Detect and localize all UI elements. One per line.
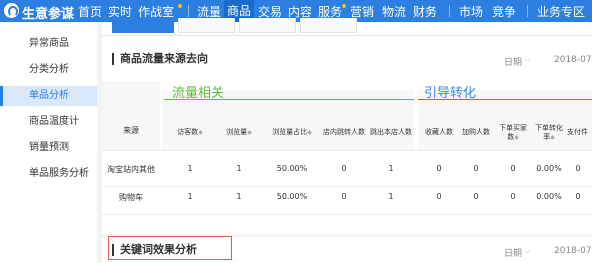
- sidebar-item-service[interactable]: 单品服务分析: [0, 164, 97, 184]
- date-value[interactable]: 2018-07-: [554, 246, 592, 256]
- sidebar-item-forecast[interactable]: 销量预测: [0, 138, 97, 158]
- sort-icon[interactable]: ◆: [514, 134, 519, 141]
- nav-competition[interactable]: 竞争: [492, 3, 516, 20]
- source-header-cell: [102, 81, 160, 150]
- tab-active[interactable]: [112, 18, 174, 33]
- nav-divider: [449, 5, 450, 17]
- col-header[interactable]: 下单买家数◆: [496, 124, 530, 142]
- logo-icon[interactable]: [4, 3, 19, 18]
- col-header[interactable]: 浏览量◆: [220, 128, 258, 137]
- row-divider: [102, 186, 592, 187]
- table-cell: 1: [236, 164, 242, 173]
- row-divider: [102, 150, 592, 151]
- group-underline: [164, 99, 414, 100]
- table-cell: 0: [436, 164, 442, 173]
- sidebar-item-single[interactable]: 单品分析: [0, 86, 97, 106]
- nav-pro-zone[interactable]: 业务专区: [537, 3, 585, 20]
- nav-finance[interactable]: 财务: [413, 3, 437, 20]
- table-cell: 0: [436, 192, 442, 201]
- sidebar-item-abnormal[interactable]: 异常商品: [0, 34, 97, 54]
- date-value[interactable]: 2018-07-: [554, 55, 592, 65]
- chevron-down-icon[interactable]: ⌵: [524, 55, 531, 65]
- group-underline: [418, 99, 592, 100]
- sidebar-item-category[interactable]: 分类分析: [0, 60, 97, 80]
- col-header[interactable]: 收藏人数: [422, 128, 456, 137]
- highlight-box: [108, 236, 232, 260]
- col-header[interactable]: 支付件: [567, 128, 592, 137]
- tab[interactable]: [178, 18, 235, 33]
- nav-divider: [527, 5, 528, 17]
- table-cell: 0: [510, 192, 516, 201]
- col-header[interactable]: 下单转化率◆: [534, 124, 564, 142]
- table-cell: 50.00%: [276, 164, 308, 173]
- row-divider: [102, 214, 592, 215]
- notification-dot-icon: [342, 4, 346, 8]
- top-nav: 生意参谋 首页 实时 作战室 流量 商品 交易 内容 服务 营销 物流 财务 市…: [0, 0, 592, 22]
- table-cell: 1: [388, 192, 394, 201]
- tab[interactable]: [239, 18, 296, 33]
- notification-dot-icon: [178, 4, 182, 8]
- col-header[interactable]: 访客数◆: [168, 128, 212, 137]
- tab[interactable]: [300, 18, 357, 33]
- col-header[interactable]: 店内跳转人数: [320, 128, 368, 137]
- table-row-source: 淘宝站内其他: [107, 165, 155, 174]
- date-label: 日期: [504, 58, 523, 68]
- nav-market[interactable]: 市场: [459, 3, 483, 20]
- table-cell: 50.00%: [276, 192, 308, 201]
- sidebar-item-thermometer[interactable]: 商品温度计: [0, 112, 97, 132]
- sidebar: 异常商品 分类分析 单品分析 商品温度计 销量预测 单品服务分析: [0, 22, 97, 263]
- sort-icon[interactable]: ◆: [198, 129, 203, 136]
- table-cell: 1: [236, 192, 242, 201]
- nav-logistics[interactable]: 物流: [382, 3, 406, 20]
- table-cell: 0: [575, 164, 581, 173]
- section-title: 商品流量来源去向: [112, 53, 208, 65]
- table-cell: 0: [575, 192, 581, 201]
- table-cell: 1: [187, 192, 193, 201]
- col-header-source: 来源: [123, 126, 139, 135]
- table-cell: 0: [341, 192, 347, 201]
- col-header[interactable]: 浏览量占比◆: [264, 128, 320, 137]
- table-cell: 1: [388, 164, 394, 173]
- nav-divider: [188, 5, 189, 17]
- traffic-source-panel: 商品流量来源去向 日期 ⌵ 2018-07- 来源 流量相关 引导转化 访客数◆…: [102, 18, 592, 234]
- table-cell: 0: [510, 164, 516, 173]
- table-row-source: 购物车: [119, 193, 143, 202]
- sort-icon[interactable]: ◆: [247, 129, 252, 136]
- tab-strip: [102, 18, 592, 36]
- table-cell: 1: [187, 164, 193, 173]
- date-label: 日期: [504, 249, 523, 259]
- sort-icon[interactable]: ◆: [550, 134, 555, 141]
- table-cell: 0.00%: [536, 164, 562, 173]
- col-header[interactable]: 加购人数: [459, 128, 493, 137]
- sort-icon[interactable]: ◆: [307, 129, 312, 136]
- brand-title[interactable]: 生意参谋: [22, 3, 74, 22]
- col-header[interactable]: 跳出本店人数: [368, 128, 414, 137]
- nav-home[interactable]: 首页: [78, 3, 102, 20]
- table-cell: 0.00%: [536, 192, 562, 201]
- table-cell: 0: [341, 164, 347, 173]
- table-cell: 0: [473, 192, 479, 201]
- table-cell: 0: [473, 164, 479, 173]
- chevron-down-icon[interactable]: ⌵: [524, 246, 531, 256]
